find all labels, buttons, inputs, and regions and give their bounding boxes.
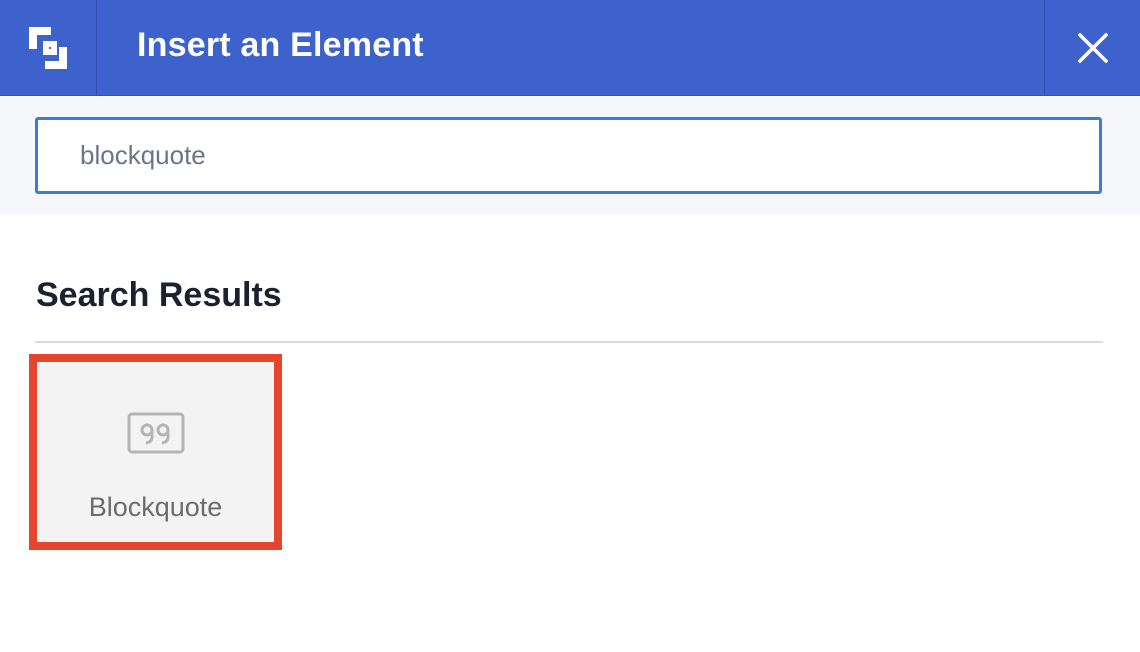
- brand-logo-icon: [29, 26, 67, 69]
- quote-icon: [127, 412, 185, 454]
- dialog-header: Insert an Element: [0, 0, 1140, 96]
- close-button[interactable]: [1044, 0, 1140, 95]
- close-icon[interactable]: [1077, 32, 1108, 63]
- divider: [35, 341, 1103, 343]
- dialog-title: Insert an Element: [137, 26, 424, 64]
- search-input[interactable]: [35, 117, 1102, 194]
- logo-cell: [0, 0, 97, 95]
- results-heading: Search Results: [36, 276, 282, 314]
- search-area: [0, 96, 1140, 214]
- element-card-blockquote[interactable]: Blockquote: [29, 354, 282, 550]
- element-card-label: Blockquote: [88, 492, 223, 522]
